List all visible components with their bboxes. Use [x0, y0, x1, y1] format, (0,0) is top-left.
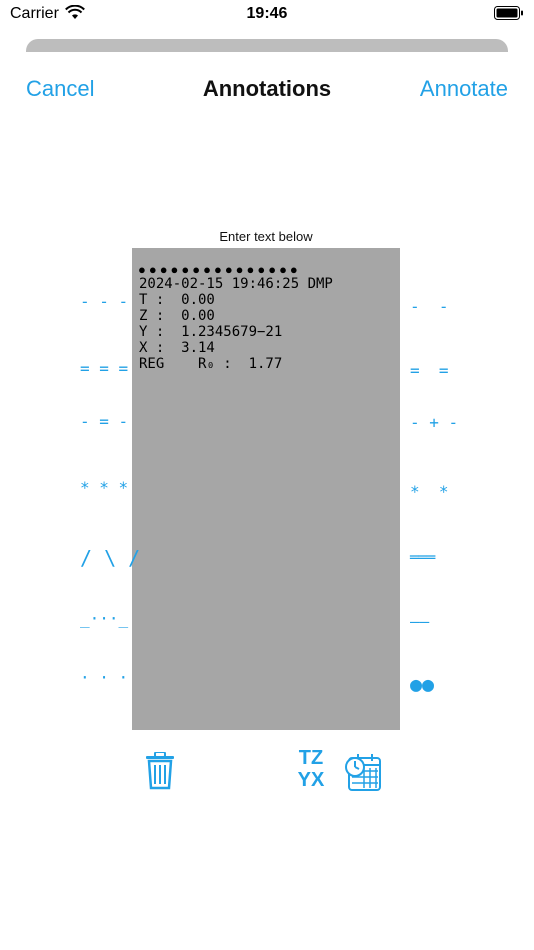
mark-right-big-dots[interactable]: ●● — [410, 672, 454, 696]
mark-right-double-line[interactable]: ═══ — [410, 550, 454, 566]
mark-right-dash-plus-dash[interactable]: - + - — [410, 413, 458, 432]
receipt-line: T : 0.00 — [139, 292, 215, 308]
mark-left-dots[interactable]: · · · — [80, 668, 128, 687]
receipt-dots-row: ●●●●●●●●●●●●●●● — [138, 262, 301, 277]
tz-yx-icon[interactable]: TZ YX — [294, 747, 328, 793]
mark-left-dashes[interactable]: - - - — [80, 292, 128, 311]
tz-label: TZ — [298, 747, 324, 769]
status-bar: Carrier 19:46 — [0, 0, 534, 28]
receipt-line: Y : 1.2345679−21 — [139, 324, 283, 340]
hint-label: Enter text below — [219, 229, 313, 244]
mark-right-dashes[interactable]: - - — [410, 297, 454, 316]
receipt-text-area[interactable]: ●●●●●●●●●●●●●●● 2024-02-15 19:46:25 DMP … — [132, 248, 400, 730]
mark-right-long-dashes[interactable]: —— — [410, 612, 454, 631]
mark-left-dash-equal-dash[interactable]: - = - — [80, 412, 128, 431]
status-time: 19:46 — [246, 5, 288, 22]
receipt-line: REG R₀ : 1.77 — [139, 356, 283, 372]
trash-icon[interactable] — [145, 751, 175, 795]
mark-left-underscore-dots[interactable]: _···_ — [80, 609, 128, 628]
mark-left-equals[interactable]: = = = — [80, 359, 128, 378]
annotate-button[interactable]: Annotate — [420, 76, 508, 102]
receipt-line: X : 3.14 — [139, 340, 215, 356]
receipt-line: 2024-02-15 19:46:25 DMP — [139, 276, 333, 292]
mark-left-stars[interactable]: * * * — [80, 478, 128, 497]
yx-label: YX — [297, 769, 325, 791]
mark-right-stars[interactable]: * * — [410, 482, 454, 501]
calendar-clock-icon[interactable] — [344, 750, 382, 797]
receipt-line: Z : 0.00 — [139, 308, 215, 324]
battery-icon — [494, 6, 524, 26]
mark-right-equals[interactable]: = = — [410, 361, 454, 380]
mark-left-slashes[interactable]: / \ / — [80, 546, 140, 570]
